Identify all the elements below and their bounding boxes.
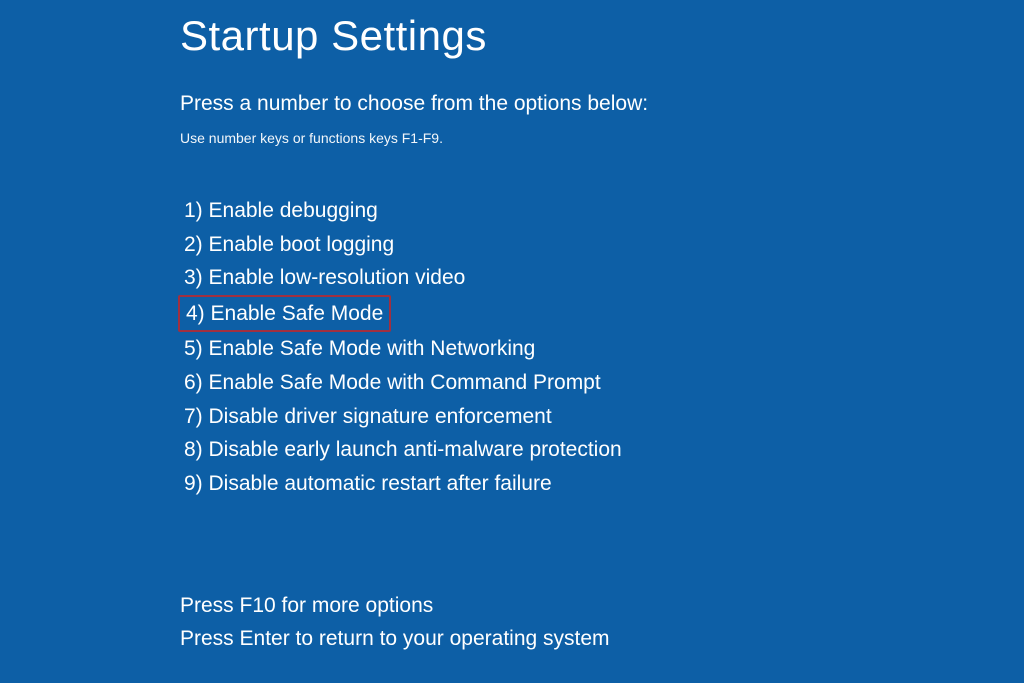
option-8[interactable]: 8) Disable early launch anti-malware pro… [180,433,626,467]
subtitle-text: Press a number to choose from the option… [180,92,1024,116]
footer-line-2: Press Enter to return to your operating … [180,623,1024,656]
option-2[interactable]: 2) Enable boot logging [180,228,398,262]
footer-line-1: Press F10 for more options [180,590,1024,623]
option-9[interactable]: 9) Disable automatic restart after failu… [180,467,556,501]
option-7[interactable]: 7) Disable driver signature enforcement [180,400,556,434]
hint-text: Use number keys or functions keys F1-F9. [180,130,1024,146]
options-list: 1) Enable debugging 2) Enable boot loggi… [180,194,1024,500]
option-3[interactable]: 3) Enable low-resolution video [180,261,469,295]
option-1[interactable]: 1) Enable debugging [180,194,382,228]
option-5[interactable]: 5) Enable Safe Mode with Networking [180,332,539,366]
footer-instructions: Press F10 for more options Press Enter t… [180,590,1024,655]
page-title: Startup Settings [180,12,1024,60]
option-6[interactable]: 6) Enable Safe Mode with Command Prompt [180,366,605,400]
option-4[interactable]: 4) Enable Safe Mode [178,295,391,333]
